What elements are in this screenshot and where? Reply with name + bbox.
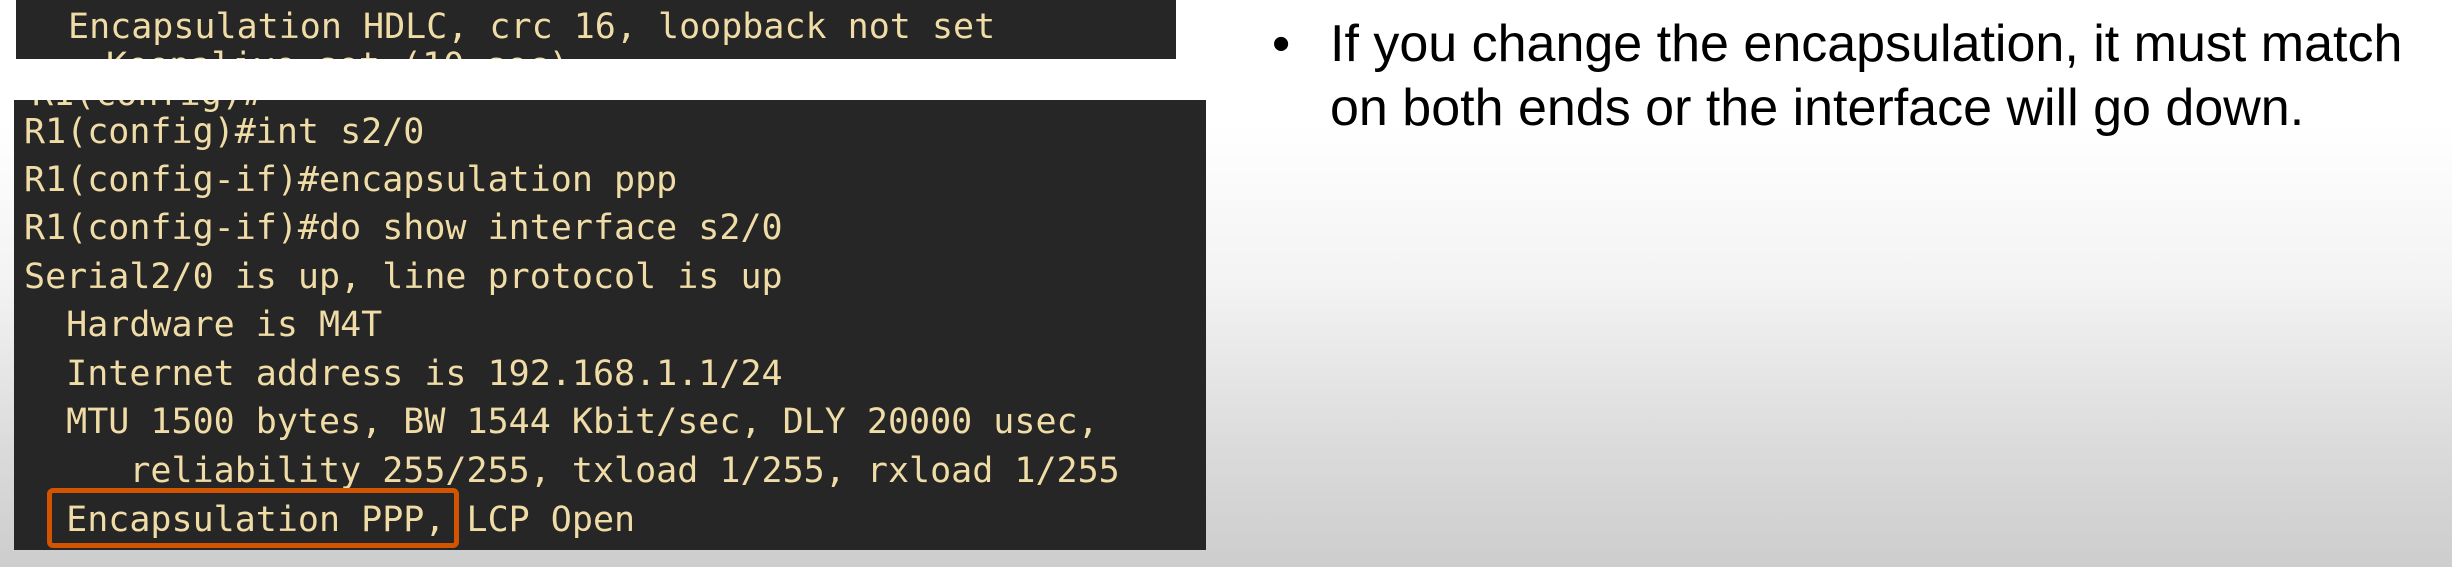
terminal-line: Serial2/0 is up, line protocol is up (24, 257, 783, 297)
terminal-partial-line: Keepalive set (10 sec) (106, 42, 570, 59)
terminal-line: Hardware is M4T (24, 305, 383, 345)
encapsulation-highlight-box (47, 488, 459, 548)
bullet-text: If you change the encapsulation, it must… (1330, 15, 2403, 137)
top-terminal-snippet: Encapsulation HDLC, crc 16, loopback not… (16, 0, 1176, 59)
terminal-line: Internet address is 192.168.1.1/24 (24, 354, 783, 394)
terminal-line: R1(config-if)#encapsulation ppp (24, 160, 678, 200)
terminal-line: R1(config-if)#do show interface s2/0 (24, 208, 783, 248)
main-terminal-snippet: R1(config)# R1(config)#int s2/0 R1(confi… (14, 100, 1206, 550)
bullet-symbol: • (1272, 15, 1291, 73)
terminal-line: R1(config)#int s2/0 (24, 112, 425, 152)
terminal-line: MTU 1500 bytes, BW 1544 Kbit/sec, DLY 20… (24, 402, 1099, 442)
